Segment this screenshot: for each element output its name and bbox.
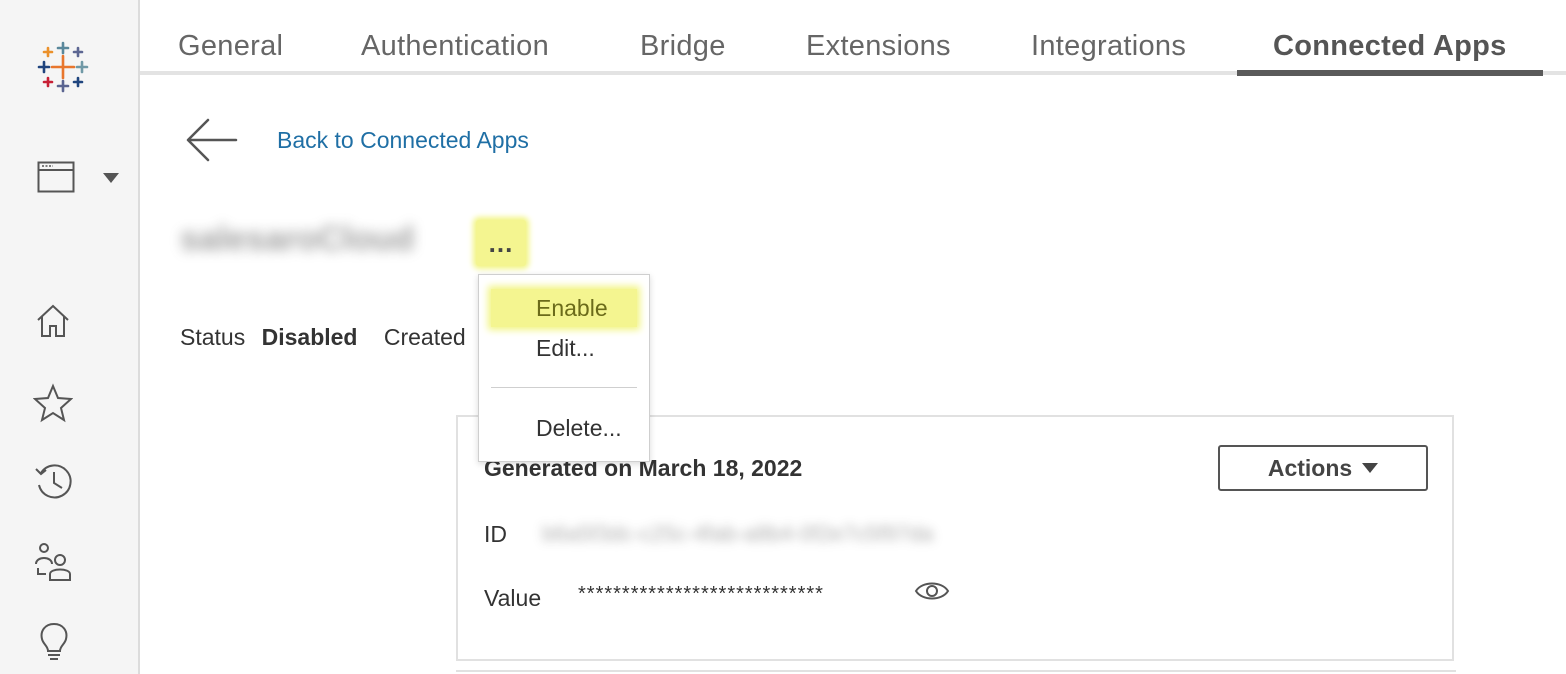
menu-item-enable[interactable]: Enable: [491, 289, 637, 327]
secret-value-masked: ****************************: [578, 583, 824, 605]
eye-icon[interactable]: [914, 579, 950, 603]
app-name: salesaroCloud: [180, 220, 415, 258]
caret-down-icon: [1362, 463, 1379, 473]
left-sidebar: [0, 0, 140, 674]
more-actions-menu: Enable Edit... Delete...: [478, 274, 650, 462]
menu-divider: [491, 387, 637, 388]
caret-down-icon[interactable]: [100, 170, 122, 186]
tableau-logo-icon[interactable]: [36, 40, 90, 94]
recent-icon[interactable]: [32, 460, 76, 504]
tab-general[interactable]: General: [178, 30, 283, 63]
secret-id-value: b6a5f3dc-c25c-4fab-a8b4-0f2e7c5f97da: [542, 521, 934, 546]
status-label: Status: [180, 324, 246, 350]
actions-button[interactable]: Actions: [1218, 445, 1428, 491]
tab-authentication[interactable]: Authentication: [361, 30, 549, 63]
created-label: Created: [383, 324, 466, 350]
status-row: Status Disabled Created: [180, 324, 476, 351]
status-value: Disabled: [261, 324, 358, 350]
home-icon[interactable]: [32, 300, 74, 342]
settings-tabs: General Authentication Bridge Extensions…: [140, 0, 1566, 76]
back-to-connected-apps-link[interactable]: Back to Connected Apps: [277, 127, 529, 154]
secret-value-label: Value: [484, 585, 542, 611]
more-actions-button[interactable]: ...: [476, 220, 526, 266]
actions-button-label: Actions: [1267, 454, 1353, 481]
tab-integrations[interactable]: Integrations: [1031, 30, 1186, 63]
section-divider: [456, 670, 1456, 672]
window-icon[interactable]: [36, 160, 76, 194]
active-tab-underline: [1237, 70, 1543, 76]
tab-extensions[interactable]: Extensions: [806, 30, 951, 63]
secret-id-label: ID: [484, 521, 507, 547]
users-icon[interactable]: [32, 540, 76, 584]
tab-bridge[interactable]: Bridge: [640, 30, 726, 63]
menu-item-delete[interactable]: Delete...: [491, 409, 637, 447]
menu-item-edit[interactable]: Edit...: [491, 329, 637, 367]
back-arrow-icon[interactable]: [184, 116, 240, 164]
lightbulb-icon[interactable]: [34, 620, 74, 664]
star-icon[interactable]: [32, 382, 74, 424]
tab-connected-apps[interactable]: Connected Apps: [1273, 30, 1507, 63]
